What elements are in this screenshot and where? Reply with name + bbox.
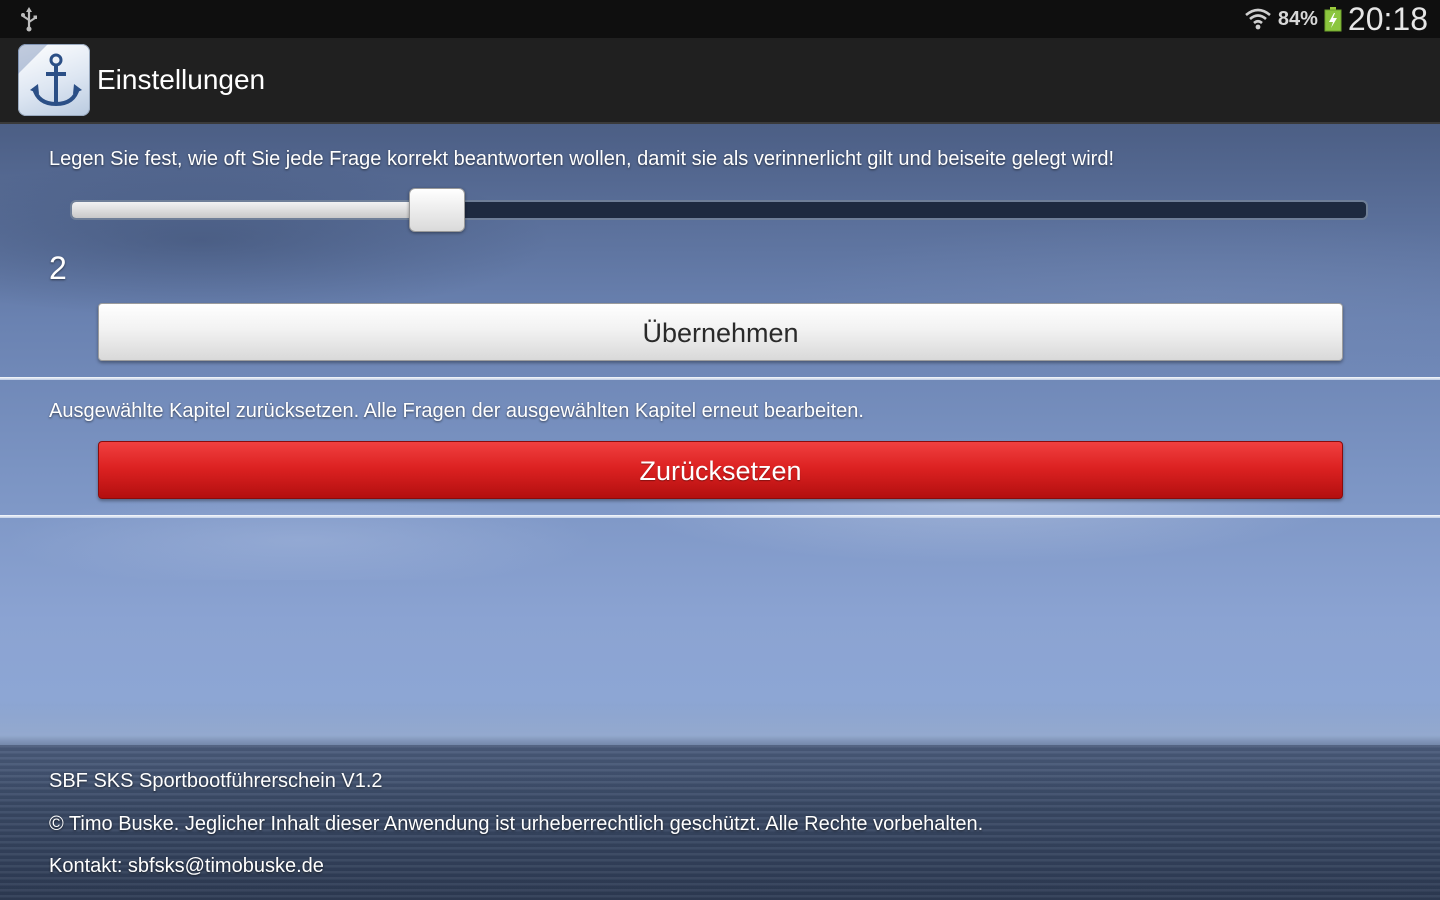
usb-icon <box>21 7 37 32</box>
status-indicators: 84% 20:18 <box>1244 0 1428 38</box>
horizon-haze <box>0 705 1440 750</box>
page-title: Einstellungen <box>97 64 266 95</box>
section-divider <box>0 377 1440 380</box>
section-divider <box>0 515 1440 518</box>
reset-description: Ausgewählte Kapitel zurücksetzen. Alle F… <box>49 400 864 422</box>
footer-copyright: © Timo Buske. Jeglicher Inhalt dieser An… <box>49 813 984 835</box>
footer-contact: Kontakt: sbfsks@timobuske.de <box>49 855 324 877</box>
settings-screen: 84% 20:18 Einstellungen Legen Sie fest, … <box>0 0 1440 900</box>
footer-version: SBF SKS Sportbootführerschein V1.2 <box>49 770 383 792</box>
status-bar: 84% 20:18 <box>0 0 1440 38</box>
repeat-count-value: 2 <box>49 250 67 286</box>
anchor-icon[interactable] <box>18 44 90 116</box>
repeat-count-slider[interactable] <box>70 188 1370 234</box>
status-clock: 20:18 <box>1347 0 1428 37</box>
battery-charging-icon <box>1324 7 1342 32</box>
repeat-description: Legen Sie fest, wie oft Sie jede Frage k… <box>49 148 1115 170</box>
reset-button[interactable]: Zurücksetzen <box>98 441 1343 499</box>
slider-thumb[interactable] <box>409 188 465 232</box>
action-bar: Einstellungen <box>0 38 1440 124</box>
slider-fill <box>72 202 437 218</box>
battery-percent: 84% <box>1277 7 1318 30</box>
wifi-icon <box>1245 8 1271 30</box>
apply-button[interactable]: Übernehmen <box>98 303 1343 361</box>
